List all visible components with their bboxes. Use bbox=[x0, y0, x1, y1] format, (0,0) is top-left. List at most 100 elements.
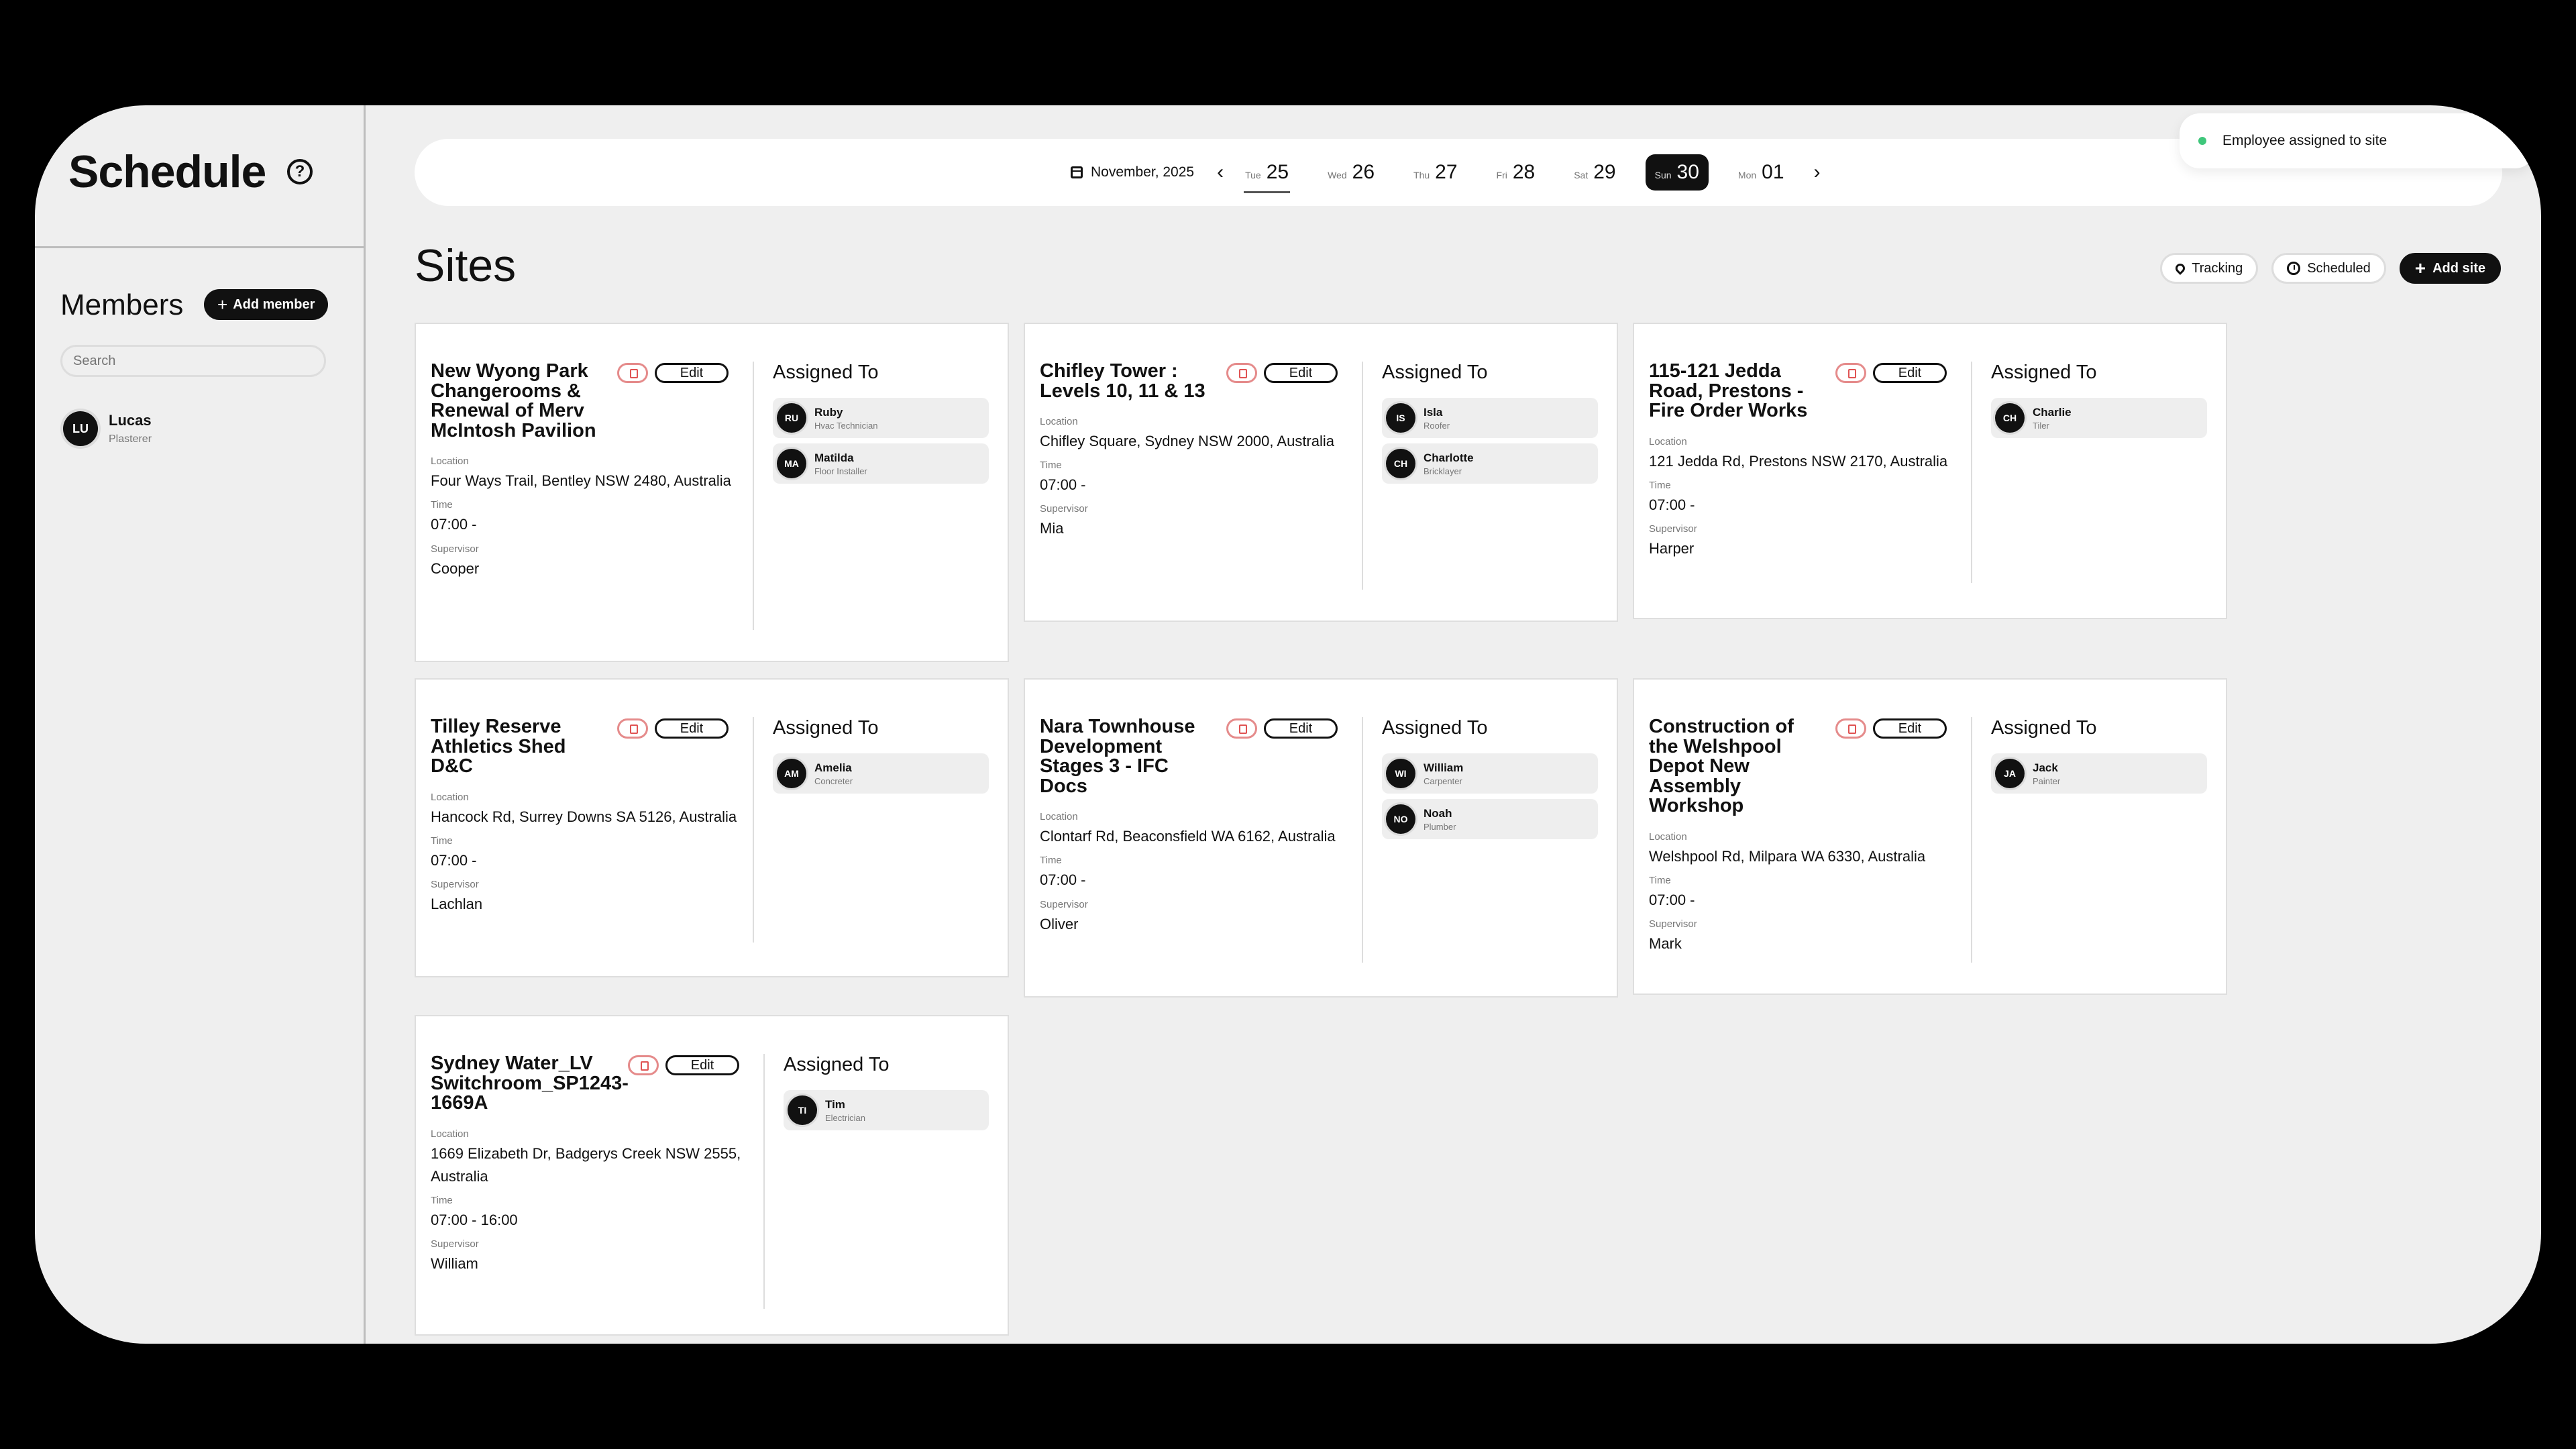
assignee-item[interactable]: AM Amelia Concreter bbox=[773, 753, 989, 794]
assignee-item[interactable]: IS Isla Roofer bbox=[1382, 398, 1598, 438]
assignee-role: Electrician bbox=[825, 1112, 865, 1123]
site-card: Sydney Water_LV Switchroom_SP1243-1669A … bbox=[415, 1015, 1009, 1336]
edit-button[interactable]: Edit bbox=[665, 1055, 739, 1075]
assignee-item[interactable]: JA Jack Painter bbox=[1991, 753, 2207, 794]
delete-button[interactable] bbox=[1835, 363, 1866, 383]
day-of-week: Sun bbox=[1654, 170, 1672, 180]
assigned-to-title: Assigned To bbox=[773, 717, 879, 739]
add-member-button[interactable]: + Add member bbox=[204, 289, 329, 320]
location-label: Location bbox=[1649, 435, 1687, 447]
delete-button[interactable] bbox=[1835, 718, 1866, 739]
site-supervisor: Harper bbox=[1649, 539, 1695, 557]
assignee-item[interactable]: CH Charlotte Bricklayer bbox=[1382, 443, 1598, 484]
assignee-role: Plumber bbox=[1424, 821, 1456, 832]
avatar: IS bbox=[1386, 403, 1415, 433]
edit-button[interactable]: Edit bbox=[1264, 363, 1338, 383]
site-location: Hancock Rd, Surrey Downs SA 5126, Austra… bbox=[431, 808, 737, 825]
supervisor-label: Supervisor bbox=[1040, 898, 1088, 910]
plus-icon: + bbox=[217, 294, 228, 315]
edit-button[interactable]: Edit bbox=[655, 718, 729, 739]
search-input[interactable] bbox=[60, 345, 326, 377]
member-item[interactable]: LU Lucas Plasterer bbox=[63, 411, 152, 446]
assignee-item[interactable]: RU Ruby Hvac Technician bbox=[773, 398, 989, 438]
assignee-item[interactable]: NO Noah Plumber bbox=[1382, 799, 1598, 839]
day-number: 28 bbox=[1512, 161, 1536, 183]
site-supervisor: Cooper bbox=[431, 559, 480, 577]
site-location: 1669 Elizabeth Dr, Badgerys Creek NSW 25… bbox=[431, 1144, 741, 1185]
delete-button[interactable] bbox=[628, 1055, 659, 1075]
day-wed[interactable]: Wed 26 bbox=[1318, 154, 1384, 191]
time-label: Time bbox=[1649, 874, 1671, 886]
add-site-button[interactable]: + Add site bbox=[2399, 253, 2501, 284]
avatar: TI bbox=[788, 1095, 817, 1125]
site-time: 07:00 - bbox=[1040, 476, 1086, 494]
edit-button[interactable]: Edit bbox=[1873, 363, 1947, 383]
day-fri[interactable]: Fri 28 bbox=[1487, 154, 1545, 191]
chevron-left-icon[interactable]: ‹ bbox=[1217, 162, 1224, 182]
assignee-item[interactable]: MA Matilda Floor Installer bbox=[773, 443, 989, 484]
card-actions: Edit bbox=[1835, 363, 1947, 383]
avatar: JA bbox=[1995, 759, 2025, 788]
avatar: MA bbox=[777, 449, 806, 478]
assignee-role: Concreter bbox=[814, 775, 853, 786]
tracking-label: Tracking bbox=[2192, 260, 2243, 276]
add-member-label: Add member bbox=[233, 297, 315, 312]
scheduled-button[interactable]: Scheduled bbox=[2271, 253, 2386, 284]
assignee-name: William bbox=[1424, 761, 1464, 774]
sidebar: Schedule ? Members + Add member LU Lucas… bbox=[35, 105, 366, 1344]
edit-button[interactable]: Edit bbox=[1873, 718, 1947, 739]
site-location: Chifley Square, Sydney NSW 2000, Austral… bbox=[1040, 433, 1335, 450]
help-icon[interactable]: ? bbox=[287, 159, 313, 184]
delete-button[interactable] bbox=[617, 363, 648, 383]
assignee-list: CH Charlie Tiler bbox=[1991, 398, 2207, 443]
time-label: Time bbox=[1649, 479, 1671, 491]
assignee-item[interactable]: WI William Carpenter bbox=[1382, 753, 1598, 794]
assignee-role: Painter bbox=[2033, 775, 2061, 786]
day-sun-selected[interactable]: Sun 30 bbox=[1645, 154, 1709, 191]
assignee-role: Bricklayer bbox=[1424, 466, 1462, 476]
day-of-week: Thu bbox=[1413, 170, 1430, 180]
site-supervisor: Oliver bbox=[1040, 915, 1079, 932]
supervisor-label: Supervisor bbox=[431, 543, 479, 555]
edit-button[interactable]: Edit bbox=[1264, 718, 1338, 739]
delete-button[interactable] bbox=[617, 718, 648, 739]
month-picker[interactable]: November, 2025 bbox=[1071, 164, 1194, 180]
supervisor-label: Supervisor bbox=[431, 878, 479, 890]
site-card: New Wyong Park Changerooms & Renewal of … bbox=[415, 323, 1009, 662]
assignee-item[interactable]: CH Charlie Tiler bbox=[1991, 398, 2207, 438]
site-supervisor: Mia bbox=[1040, 520, 1064, 537]
assignee-name: Jack bbox=[2033, 761, 2058, 774]
edit-button[interactable]: Edit bbox=[655, 363, 729, 383]
assignee-role: Roofer bbox=[1424, 420, 1450, 431]
tracking-button[interactable]: Tracking bbox=[2160, 253, 2259, 284]
members-title: Members bbox=[60, 288, 184, 321]
supervisor-label: Supervisor bbox=[1649, 918, 1697, 930]
day-sat[interactable]: Sat 29 bbox=[1564, 154, 1625, 191]
member-role: Plasterer bbox=[109, 433, 152, 445]
assigned-to-title: Assigned To bbox=[1991, 362, 2097, 383]
location-label: Location bbox=[1040, 811, 1078, 823]
time-label: Time bbox=[1040, 855, 1062, 867]
site-name: New Wyong Park Changerooms & Renewal of … bbox=[431, 360, 596, 441]
site-card: Construction of the Welshpool Depot New … bbox=[1633, 678, 2227, 995]
day-number: 01 bbox=[1762, 161, 1784, 183]
site-supervisor: Mark bbox=[1649, 935, 1682, 953]
delete-button[interactable] bbox=[1226, 363, 1257, 383]
card-actions: Edit bbox=[1226, 718, 1338, 739]
day-mon[interactable]: Mon 01 bbox=[1729, 154, 1794, 191]
delete-button[interactable] bbox=[1226, 718, 1257, 739]
assignee-list: RU Ruby Hvac Technician MA Matilda Floor… bbox=[773, 398, 989, 489]
toolbar: Tracking Scheduled + Add site bbox=[2160, 253, 2501, 284]
month-label: November, 2025 bbox=[1091, 164, 1195, 180]
chevron-right-icon[interactable]: › bbox=[1814, 162, 1821, 182]
day-tue[interactable]: Tue 25 bbox=[1236, 154, 1298, 193]
day-thu[interactable]: Thu 27 bbox=[1404, 154, 1467, 191]
success-dot-icon bbox=[2198, 137, 2206, 145]
site-location: Welshpool Rd, Milpara WA 6330, Australia bbox=[1649, 847, 1926, 865]
divider bbox=[753, 717, 754, 943]
avatar: LU bbox=[63, 411, 98, 446]
site-time: 07:00 - bbox=[431, 516, 477, 533]
assignee-item[interactable]: TI Tim Electrician bbox=[784, 1090, 989, 1130]
location-label: Location bbox=[1040, 416, 1078, 428]
site-time: 07:00 - bbox=[431, 851, 477, 869]
